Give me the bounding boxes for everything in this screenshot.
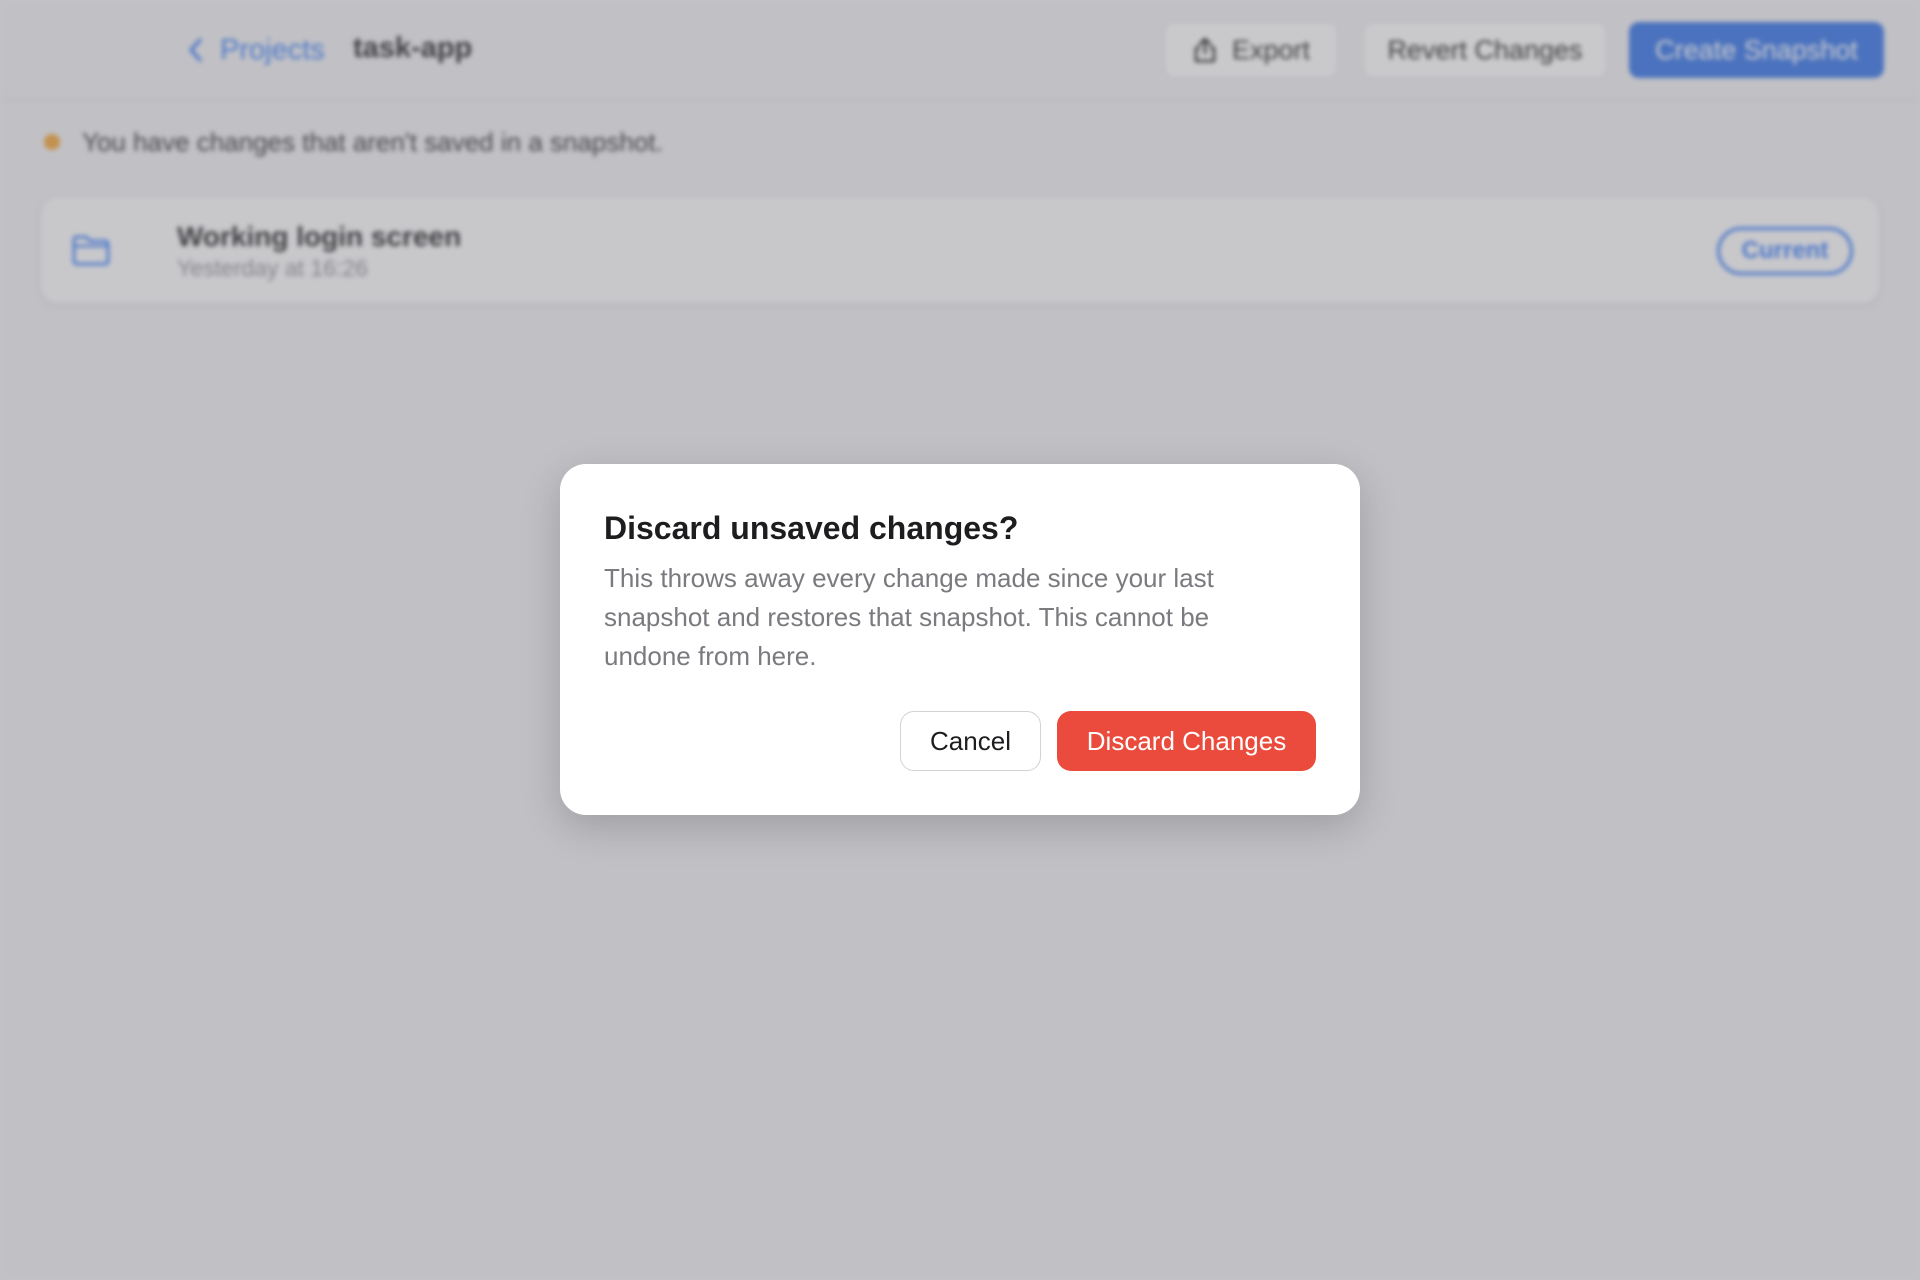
dialog-message: This throws away every change made since… <box>604 563 1214 671</box>
discard-changes-dialog: Discard unsaved changes? This throws awa… <box>560 464 1360 815</box>
discard-changes-button[interactable]: Discard Changes <box>1057 711 1316 771</box>
dialog-title: Discard unsaved changes? <box>604 510 1019 546</box>
page: Projects task-app Export Revert Changes … <box>0 0 1920 1280</box>
cancel-button[interactable]: Cancel <box>900 711 1041 771</box>
